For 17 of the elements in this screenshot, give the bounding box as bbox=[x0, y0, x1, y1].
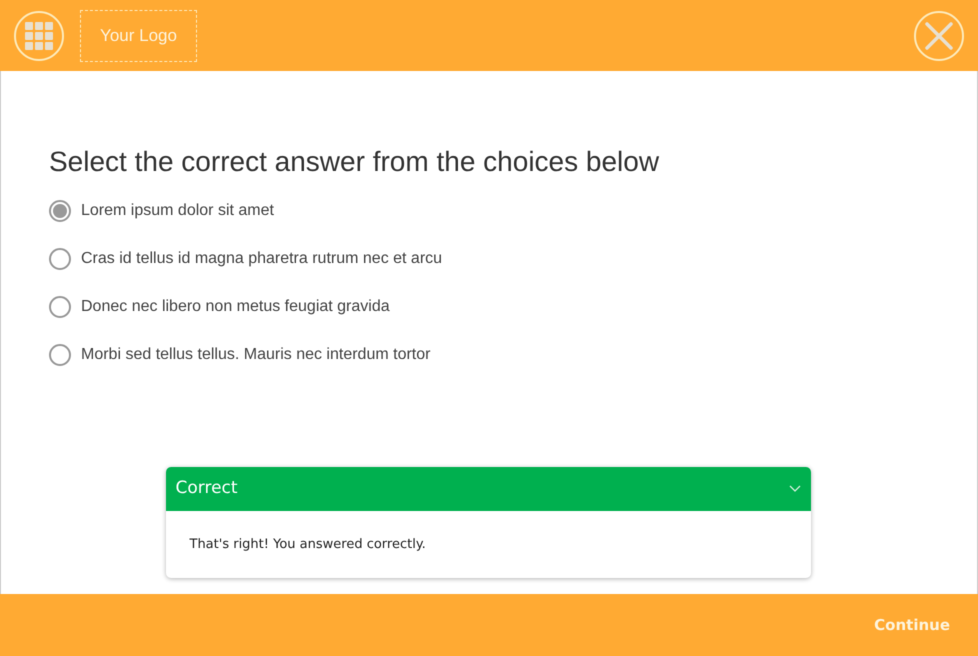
radio-button[interactable] bbox=[49, 200, 71, 222]
close-button[interactable] bbox=[914, 10, 964, 60]
question-prompt: Select the correct answer from the choices below bbox=[49, 145, 660, 179]
grid-icon bbox=[25, 22, 53, 50]
chevron-down-icon bbox=[788, 484, 800, 492]
answer-option[interactable]: Lorem ipsum dolor sit amet bbox=[49, 199, 929, 223]
feedback-title: Correct bbox=[176, 476, 238, 500]
answer-option[interactable]: Morbi sed tellus tellus. Mauris nec interdum tortor bbox=[49, 343, 929, 367]
logo-text: Your Logo bbox=[100, 24, 177, 47]
feedback-message: That's right! You answered correctly. bbox=[188, 536, 427, 554]
answer-option[interactable]: Donec nec libero non metus feugiat gravida bbox=[49, 295, 929, 319]
radio-button[interactable] bbox=[49, 296, 71, 318]
radio-button[interactable] bbox=[49, 248, 71, 270]
close-icon bbox=[925, 22, 953, 50]
menu-button[interactable] bbox=[14, 10, 64, 60]
answer-option[interactable]: Cras id tellus id magna pharetra rutrum nec et arcu bbox=[49, 247, 929, 271]
radio-button[interactable] bbox=[49, 344, 71, 366]
